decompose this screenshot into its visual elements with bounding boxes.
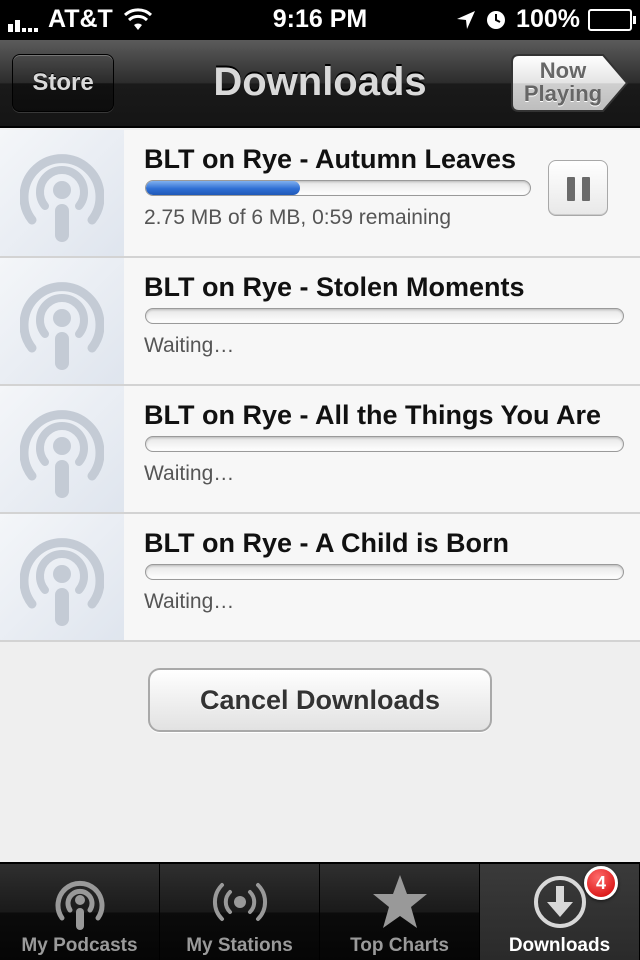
download-item[interactable]: BLT on Rye - Autumn Leaves 2.75 MB of 6 … <box>0 130 640 258</box>
tab-label: Top Charts <box>350 935 449 956</box>
stations-icon <box>212 883 267 921</box>
alarm-icon <box>487 10 506 29</box>
download-item[interactable]: BLT on Rye - Stolen Moments Waiting… <box>0 258 640 386</box>
podcast-artwork <box>0 514 124 640</box>
download-title: BLT on Rye - Stolen Moments <box>144 272 525 302</box>
downloads-badge: 4 <box>584 866 618 900</box>
pause-icon-bar <box>582 177 590 201</box>
tab-label: My Podcasts <box>21 935 138 956</box>
download-status: Waiting… <box>144 462 235 485</box>
navigation-bar: Store Downloads Now Playing <box>0 40 640 128</box>
cancel-downloads-button[interactable]: Cancel Downloads <box>148 668 492 732</box>
status-bar: AT&T 9:16 PM 100% <box>0 0 640 40</box>
location-icon <box>457 10 476 29</box>
download-title: BLT on Rye - A Child is Born <box>144 528 509 558</box>
tab-my-stations[interactable]: My Stations <box>160 864 320 960</box>
download-title: BLT on Rye - All the Things You Are <box>144 400 602 430</box>
tab-top-charts[interactable]: Top Charts <box>320 864 480 960</box>
downloads-list: BLT on Rye - Autumn Leaves 2.75 MB of 6 … <box>0 130 640 642</box>
status-right: 100% <box>456 5 636 34</box>
pause-button[interactable] <box>548 160 608 216</box>
download-progress-bar <box>145 180 531 196</box>
download-progress-fill <box>146 181 300 195</box>
download-progress-bar <box>145 436 624 452</box>
podcast-artwork <box>0 258 124 384</box>
podcast-icon <box>20 538 104 626</box>
download-title: BLT on Rye - Autumn Leaves <box>144 144 517 174</box>
download-progress-bar <box>145 564 624 580</box>
now-playing-button[interactable]: Now Playing <box>511 54 629 112</box>
download-item[interactable]: BLT on Rye - A Child is Born Waiting… <box>0 514 640 642</box>
download-item[interactable]: BLT on Rye - All the Things You Are Wait… <box>0 386 640 514</box>
podcast-icon <box>20 282 104 370</box>
download-status: Waiting… <box>144 334 235 357</box>
download-status: 2.75 MB of 6 MB, 0:59 remaining <box>144 206 451 229</box>
now-playing-label: Now Playing <box>523 58 603 106</box>
podcast-icon <box>20 410 104 498</box>
star-icon <box>372 875 427 928</box>
podcast-artwork <box>0 130 124 256</box>
battery-percent: 100% <box>516 5 580 33</box>
download-progress-bar <box>145 308 624 324</box>
tab-my-podcasts[interactable]: My Podcasts <box>0 864 160 960</box>
podcast-icon <box>55 880 104 930</box>
podcast-icon <box>20 154 104 242</box>
pause-icon-bar <box>567 177 575 201</box>
tab-bar: My Podcasts My Stations Top Charts Downl… <box>0 862 640 960</box>
tab-label: My Stations <box>186 935 293 956</box>
podcast-artwork <box>0 386 124 512</box>
battery-icon <box>588 8 636 31</box>
download-icon <box>533 876 586 928</box>
download-status: Waiting… <box>144 590 235 613</box>
tab-label: Downloads <box>508 935 611 956</box>
